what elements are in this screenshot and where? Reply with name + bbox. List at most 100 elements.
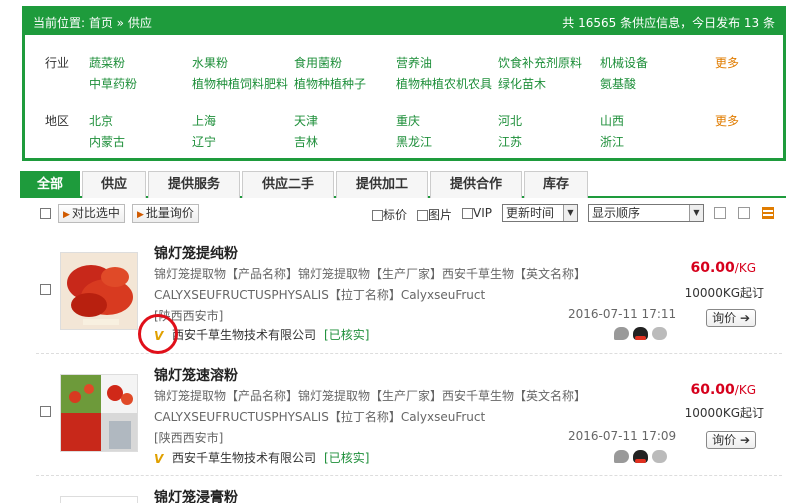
sort-select[interactable]: 更新时间 ▼ — [502, 204, 578, 222]
industry-item[interactable]: 饮食补充剂原料 — [498, 54, 582, 71]
tab-cooperation[interactable]: 提供合作 — [430, 171, 522, 198]
filter-price-checkbox[interactable]: 标价 — [372, 206, 407, 223]
product-row: 锦灯笼速溶粉 锦灯笼提取物【产品名称】锦灯笼提取物【生产厂家】西安千草生物【英文… — [36, 356, 782, 476]
list-view-icon[interactable] — [762, 207, 774, 219]
arrow-right-icon: ➔ — [739, 311, 750, 325]
industry-item[interactable]: 蔬菜粉 — [89, 54, 125, 71]
region-item[interactable]: 山西 — [600, 112, 624, 129]
grid-view-icon[interactable] — [738, 207, 750, 219]
contact-icons — [614, 327, 667, 340]
product-checkbox[interactable] — [40, 406, 51, 417]
contact-icons — [614, 450, 667, 463]
wangwang-icon[interactable] — [652, 450, 667, 463]
product-date: 2016-07-11 17:11 — [568, 307, 677, 321]
product-price: 60.00/KG — [690, 260, 756, 276]
bulk-inquiry-button[interactable]: ▶ 批量询价 — [132, 204, 199, 223]
tab-all[interactable]: 全部 — [20, 171, 80, 198]
filter-vip-checkbox[interactable]: VIP — [462, 206, 492, 220]
tab-processing[interactable]: 提供加工 — [336, 171, 428, 198]
product-description: 锦灯笼提取物【产品名称】锦灯笼提取物【生产厂家】西安千草生物【英文名称】 — [154, 267, 587, 281]
category-tabs: 全部 供应 提供服务 供应二手 提供加工 提供合作 库存 — [20, 171, 786, 198]
bulk-inquiry-label: 批量询价 — [145, 206, 194, 220]
product-description: 锦灯笼提取物【产品名称】锦灯笼提取物【生产厂家】西安千草生物【英文名称】 — [154, 389, 587, 403]
inquiry-label: 询价 — [712, 311, 737, 325]
display-order-select[interactable]: 显示顺序 ▼ — [588, 204, 704, 222]
region-item[interactable]: 浙江 — [600, 133, 624, 150]
product-image[interactable] — [60, 496, 138, 503]
checkbox-icon — [372, 210, 383, 221]
product-date: 2016-07-11 17:09 — [568, 429, 677, 443]
wangwang-icon[interactable] — [652, 327, 667, 340]
compare-button[interactable]: ▶ 对比选中 — [58, 204, 125, 223]
region-item[interactable]: 内蒙古 — [89, 133, 125, 150]
filter-image-checkbox[interactable]: 图片 — [417, 206, 452, 223]
inquiry-button[interactable]: 询价 ➔ — [706, 431, 756, 449]
display-select-value: 显示顺序 — [592, 206, 641, 220]
industry-item[interactable]: 植物种植饲料肥料 — [192, 75, 288, 92]
select-all-checkbox[interactable] — [40, 208, 51, 219]
product-description: CALYXSEUFRUCTUSPHYSALIS【拉丁名称】CalyxseuFru… — [154, 410, 486, 424]
inquiry-label: 询价 — [712, 433, 737, 447]
region-item[interactable]: 黑龙江 — [396, 133, 432, 150]
industry-item[interactable]: 营养油 — [396, 54, 432, 71]
vip-badge-icon: V — [154, 451, 164, 466]
breadcrumb: 当前位置: 首页 » 供应 — [33, 15, 152, 30]
inquiry-button[interactable]: 询价 ➔ — [706, 309, 756, 327]
filter-vip-label: VIP — [473, 206, 492, 220]
arrow-right-icon: ▶ — [137, 210, 144, 220]
company-name[interactable]: 西安千草生物技术有限公司 — [172, 328, 316, 342]
product-image[interactable] — [60, 252, 138, 330]
filter-panel: 当前位置: 首页 » 供应 共 16565 条供应信息，今日发布 13 条 行业… — [22, 6, 786, 161]
text-view-icon[interactable] — [714, 207, 726, 219]
product-description: CALYXSEUFRUCTUSPHYSALIS【拉丁名称】CalyxseuFru… — [154, 288, 486, 302]
minimum-order: 10000KG起订 — [684, 286, 764, 300]
tab-services[interactable]: 提供服务 — [148, 171, 240, 198]
industry-item[interactable]: 机械设备 — [600, 54, 648, 71]
region-item[interactable]: 辽宁 — [192, 133, 216, 150]
qq-icon[interactable] — [633, 327, 648, 340]
price-unit: /KG — [734, 383, 756, 397]
product-image[interactable] — [60, 374, 138, 452]
industry-item[interactable]: 植物种植农机农具 — [396, 75, 492, 92]
product-row: 锦灯笼浸膏粉 — [36, 478, 782, 503]
industry-item[interactable]: 绿化苗木 — [498, 75, 546, 92]
industry-item[interactable]: 植物种植种子 — [294, 75, 366, 92]
arrow-right-icon: ➔ — [739, 433, 750, 447]
chat-icon[interactable] — [614, 327, 629, 340]
region-label: 地区 — [45, 114, 70, 128]
region-item[interactable]: 江苏 — [498, 133, 522, 150]
product-title[interactable]: 锦灯笼提纯粉 — [154, 243, 238, 263]
region-item[interactable]: 吉林 — [294, 133, 318, 150]
filter-price-label: 标价 — [383, 208, 408, 222]
price-value: 60.00 — [690, 260, 735, 276]
chevron-down-icon: ▼ — [563, 205, 577, 221]
industry-item[interactable]: 氨基酸 — [600, 75, 636, 92]
verified-badge: [已核实] — [324, 451, 370, 465]
checkbox-icon — [462, 208, 473, 219]
region-more-link[interactable]: 更多 — [715, 112, 739, 129]
product-price: 60.00/KG — [690, 382, 756, 398]
tab-second-hand[interactable]: 供应二手 — [242, 171, 334, 198]
industry-item[interactable]: 中草药粉 — [89, 75, 137, 92]
region-item[interactable]: 天津 — [294, 112, 318, 129]
product-title[interactable]: 锦灯笼速溶粉 — [154, 365, 238, 385]
qq-icon[interactable] — [633, 450, 648, 463]
industry-item[interactable]: 水果粉 — [192, 54, 228, 71]
region-item[interactable]: 河北 — [498, 112, 522, 129]
region-item[interactable]: 北京 — [89, 112, 113, 129]
product-checkbox[interactable] — [40, 284, 51, 295]
price-value: 60.00 — [690, 382, 735, 398]
company-name[interactable]: 西安千草生物技术有限公司 — [172, 451, 316, 465]
chat-icon[interactable] — [614, 450, 629, 463]
list-toolbar: ▶ 对比选中 ▶ 批量询价 标价 图片 VIP 更新时间 ▼ 显示顺序 ▼ — [36, 204, 782, 226]
industry-label: 行业 — [45, 56, 70, 70]
tab-inventory[interactable]: 库存 — [524, 171, 588, 198]
supply-stats: 共 16565 条供应信息，今日发布 13 条 — [562, 15, 775, 30]
region-item[interactable]: 重庆 — [396, 112, 420, 129]
product-title[interactable]: 锦灯笼浸膏粉 — [154, 487, 238, 503]
industry-item[interactable]: 食用菌粉 — [294, 54, 342, 71]
tab-supply[interactable]: 供应 — [82, 171, 146, 198]
region-item[interactable]: 上海 — [192, 112, 216, 129]
industry-more-link[interactable]: 更多 — [715, 54, 739, 71]
highlight-circle — [138, 314, 178, 354]
